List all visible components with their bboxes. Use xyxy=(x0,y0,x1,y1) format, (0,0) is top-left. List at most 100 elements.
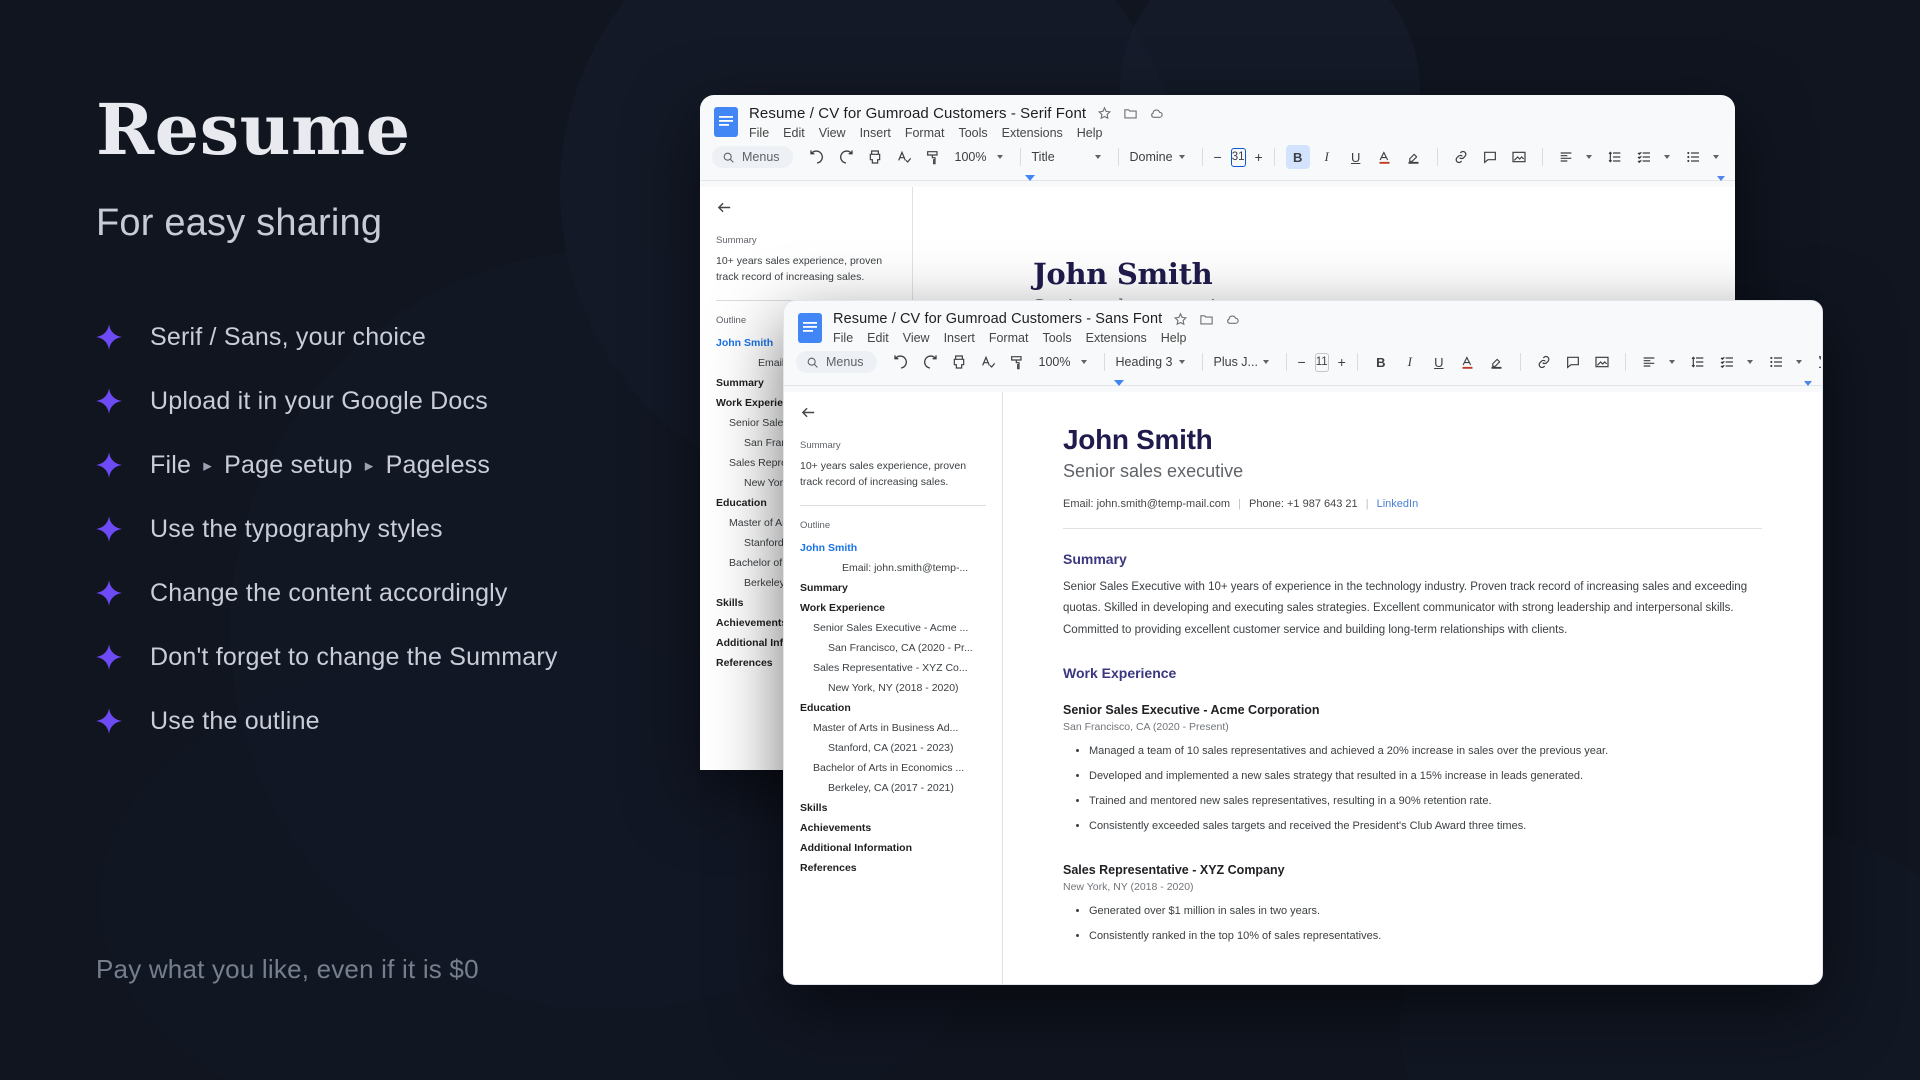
bold-button[interactable]: B xyxy=(1286,145,1310,169)
outline-item-8[interactable]: Education xyxy=(800,698,988,718)
menu-item-insert[interactable]: Insert xyxy=(860,126,891,140)
move-folder-icon[interactable] xyxy=(1199,312,1214,327)
outline-item-11[interactable]: Bachelor of Arts in Economics ... xyxy=(800,758,988,778)
align-button[interactable] xyxy=(1637,350,1661,374)
outline-item-3[interactable]: Work Experience xyxy=(800,598,988,618)
zoom-value[interactable]: 100% xyxy=(950,150,989,164)
linkedin-link[interactable]: LinkedIn xyxy=(1377,498,1419,510)
print-button[interactable] xyxy=(947,350,971,374)
highlight-color-button[interactable] xyxy=(1402,145,1426,169)
chevron-down-icon[interactable] xyxy=(997,155,1003,159)
outline-item-0[interactable]: −John Smith xyxy=(800,538,988,558)
menu-bar[interactable]: FileEditViewInsertFormatToolsExtensionsH… xyxy=(749,126,1723,140)
italic-button[interactable]: I xyxy=(1398,350,1422,374)
ruler[interactable] xyxy=(700,175,1735,187)
outline-pane[interactable]: Summary 10+ years sales experience, prov… xyxy=(784,392,1002,985)
chevron-down-icon[interactable] xyxy=(1179,360,1185,364)
menu-item-view[interactable]: View xyxy=(903,331,930,345)
menu-item-edit[interactable]: Edit xyxy=(867,331,889,345)
toolbar[interactable]: Menus 100% Heading 3 Plus J... − 11 + B … xyxy=(784,345,1822,380)
menus-search-button[interactable]: Menus xyxy=(712,146,793,168)
undo-button[interactable] xyxy=(889,350,913,374)
spelling-check-button[interactable] xyxy=(976,350,1000,374)
back-arrow-icon[interactable] xyxy=(800,404,817,421)
outline-item-14[interactable]: Achievements xyxy=(800,818,988,838)
outline-item-15[interactable]: Additional Information xyxy=(800,838,988,858)
collapse-toolbar-icon[interactable] xyxy=(1717,176,1725,181)
ruler-indent-marker[interactable] xyxy=(1025,175,1035,181)
chevron-down-icon[interactable] xyxy=(1263,360,1269,364)
increase-font-size-button[interactable]: + xyxy=(1338,354,1346,370)
italic-button[interactable]: I xyxy=(1315,145,1339,169)
cloud-saved-icon[interactable] xyxy=(1149,106,1164,121)
add-comment-button[interactable] xyxy=(1561,350,1585,374)
menu-item-extensions[interactable]: Extensions xyxy=(1086,331,1147,345)
underline-button[interactable]: U xyxy=(1344,145,1368,169)
redo-button[interactable] xyxy=(918,350,942,374)
outline-item-6[interactable]: Sales Representative - XYZ Co... xyxy=(800,658,988,678)
insert-link-button[interactable] xyxy=(1449,145,1473,169)
menu-item-help[interactable]: Help xyxy=(1077,126,1103,140)
paragraph-style-select[interactable]: Heading 3 xyxy=(1116,355,1191,369)
text-color-button[interactable] xyxy=(1456,350,1480,374)
toolbar[interactable]: Menus 100% Title Domine − 31 + B I U xyxy=(700,140,1735,175)
decrease-font-size-button[interactable]: − xyxy=(1214,149,1222,165)
chevron-down-icon[interactable] xyxy=(1713,155,1719,159)
menu-item-view[interactable]: View xyxy=(819,126,846,140)
paint-format-button[interactable] xyxy=(921,145,945,169)
font-family-select[interactable]: Plus J... xyxy=(1214,355,1275,369)
insert-image-button[interactable] xyxy=(1507,145,1531,169)
outline-list[interactable]: −John SmithEmail: john.smith@temp-...Sum… xyxy=(800,538,988,878)
numbered-list-button[interactable] xyxy=(1730,145,1735,169)
outline-item-12[interactable]: Berkeley, CA (2017 - 2021) xyxy=(800,778,988,798)
menu-item-edit[interactable]: Edit xyxy=(783,126,805,140)
chevron-down-icon[interactable] xyxy=(1095,155,1101,159)
align-button[interactable] xyxy=(1554,145,1578,169)
outline-item-2[interactable]: Summary xyxy=(800,578,988,598)
line-spacing-button[interactable] xyxy=(1603,145,1627,169)
chevron-down-icon[interactable] xyxy=(1179,155,1185,159)
move-folder-icon[interactable] xyxy=(1123,106,1138,121)
menu-item-format[interactable]: Format xyxy=(989,331,1029,345)
chevron-down-icon[interactable] xyxy=(1586,155,1592,159)
star-icon[interactable] xyxy=(1097,106,1112,121)
increase-font-size-button[interactable]: + xyxy=(1255,149,1263,165)
spelling-check-button[interactable] xyxy=(892,145,916,169)
bulleted-list-button[interactable] xyxy=(1764,350,1788,374)
ruler-indent-marker[interactable] xyxy=(1114,380,1124,386)
menu-item-extensions[interactable]: Extensions xyxy=(1002,126,1063,140)
star-icon[interactable] xyxy=(1173,312,1188,327)
menu-bar[interactable]: FileEditViewInsertFormatToolsExtensionsH… xyxy=(833,331,1810,345)
chevron-down-icon[interactable] xyxy=(1796,360,1802,364)
text-color-button[interactable] xyxy=(1373,145,1397,169)
menu-item-tools[interactable]: Tools xyxy=(1042,331,1071,345)
font-size-input[interactable]: 11 xyxy=(1315,353,1329,372)
paint-format-button[interactable] xyxy=(1005,350,1029,374)
outline-item-1[interactable]: Email: john.smith@temp-... xyxy=(800,558,988,578)
undo-button[interactable] xyxy=(805,145,829,169)
highlight-color-button[interactable] xyxy=(1485,350,1509,374)
decrease-font-size-button[interactable]: − xyxy=(1298,354,1306,370)
ruler[interactable] xyxy=(784,380,1822,392)
outline-item-16[interactable]: References xyxy=(800,858,988,878)
google-docs-window-sans[interactable]: Resume / CV for Gumroad Customers - Sans… xyxy=(783,300,1823,985)
outline-item-5[interactable]: San Francisco, CA (2020 - Pr... xyxy=(800,638,988,658)
outline-item-10[interactable]: Stanford, CA (2021 - 2023) xyxy=(800,738,988,758)
cloud-saved-icon[interactable] xyxy=(1225,312,1240,327)
menu-item-help[interactable]: Help xyxy=(1161,331,1187,345)
checklist-button[interactable] xyxy=(1715,350,1739,374)
redo-button[interactable] xyxy=(834,145,858,169)
bold-button[interactable]: B xyxy=(1369,350,1393,374)
menu-item-insert[interactable]: Insert xyxy=(944,331,975,345)
document-page[interactable]: John Smith Senior sales executive Email:… xyxy=(1003,392,1822,985)
menu-item-tools[interactable]: Tools xyxy=(958,126,987,140)
document-title[interactable]: Resume / CV for Gumroad Customers - Sans… xyxy=(833,311,1162,327)
outline-item-7[interactable]: New York, NY (2018 - 2020) xyxy=(800,678,988,698)
menus-search-button[interactable]: Menus xyxy=(796,351,877,373)
insert-image-button[interactable] xyxy=(1590,350,1614,374)
font-size-input[interactable]: 31 xyxy=(1231,148,1246,167)
outline-summary-text[interactable]: 10+ years sales experience, proven track… xyxy=(800,458,988,491)
collapse-toolbar-icon[interactable] xyxy=(1804,381,1812,386)
outline-summary-text[interactable]: 10+ years sales experience, proven track… xyxy=(716,253,898,286)
outline-item-4[interactable]: Senior Sales Executive - Acme ... xyxy=(800,618,988,638)
